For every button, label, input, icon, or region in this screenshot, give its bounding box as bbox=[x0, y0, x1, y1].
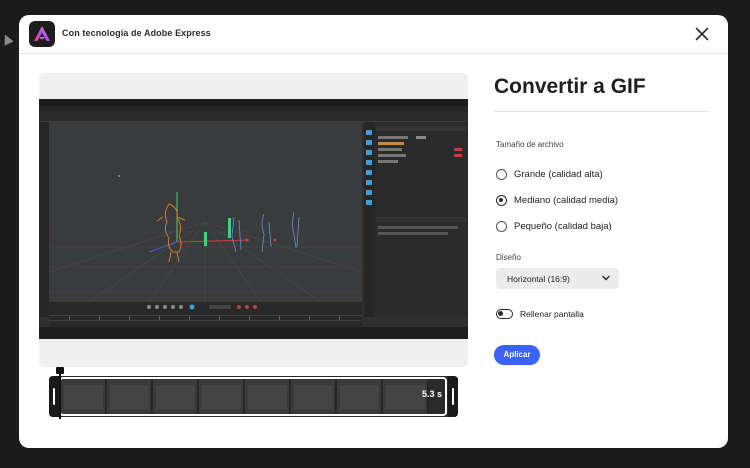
layout-selected-value: Horizontal (16:9) bbox=[507, 274, 570, 284]
video-preview bbox=[39, 73, 468, 367]
radio-label: Pequeño (calidad baja) bbox=[514, 220, 612, 232]
adobe-express-logo-icon bbox=[29, 21, 55, 47]
fill-screen-toggle[interactable] bbox=[496, 309, 513, 319]
video-app-statusbar bbox=[39, 327, 468, 339]
video-app-titlebar bbox=[39, 99, 468, 106]
video-app-left-toolbar bbox=[39, 122, 49, 317]
3d-scene-illustration bbox=[49, 175, 362, 302]
apply-button[interactable]: Aplicar bbox=[494, 345, 540, 365]
header-title: Con tecnología de Adobe Express bbox=[62, 28, 211, 38]
trim-selection bbox=[59, 377, 447, 416]
gif-duration: 5.3 s bbox=[422, 389, 443, 399]
radio-button-selected[interactable] bbox=[496, 194, 507, 206]
file-size-option-medium[interactable]: Mediano (calidad media) bbox=[496, 193, 618, 207]
radio-label: Mediano (calidad media) bbox=[514, 194, 619, 206]
video-app-timeline bbox=[49, 302, 362, 327]
convert-gif-dialog: Con tecnología de Adobe Express 5.3 s Co… bbox=[19, 15, 728, 448]
file-size-label: Tamaño de archivo bbox=[496, 140, 564, 149]
layout-label: Diseño bbox=[496, 253, 521, 262]
radio-button[interactable] bbox=[496, 220, 507, 232]
playhead[interactable] bbox=[59, 369, 61, 419]
video-app-toolbar bbox=[39, 112, 468, 122]
radio-button[interactable] bbox=[496, 168, 507, 180]
file-size-option-large[interactable]: Grande (calidad alta) bbox=[496, 167, 603, 181]
layout-dropdown[interactable]: Horizontal (16:9) bbox=[496, 268, 619, 289]
radio-label: Grande (calidad alta) bbox=[514, 168, 603, 180]
background-cursor-icon bbox=[0, 32, 14, 46]
trim-start-handle[interactable] bbox=[49, 376, 59, 417]
close-button[interactable] bbox=[693, 25, 711, 43]
fill-screen-label: Rellenar pantalla bbox=[520, 309, 584, 319]
video-app-right-panel bbox=[364, 122, 468, 317]
fill-screen-toggle-row[interactable]: Rellenar pantalla bbox=[496, 307, 584, 321]
close-icon bbox=[695, 27, 709, 41]
chevron-down-icon bbox=[602, 275, 610, 281]
file-size-option-small[interactable]: Pequeño (calidad baja) bbox=[496, 219, 612, 233]
video-frame bbox=[39, 99, 468, 339]
trim-end-handle[interactable] bbox=[448, 376, 458, 417]
dialog-header: Con tecnología de Adobe Express bbox=[19, 15, 728, 54]
panel-title: Convertir a GIF bbox=[494, 75, 646, 98]
divider bbox=[494, 111, 709, 112]
